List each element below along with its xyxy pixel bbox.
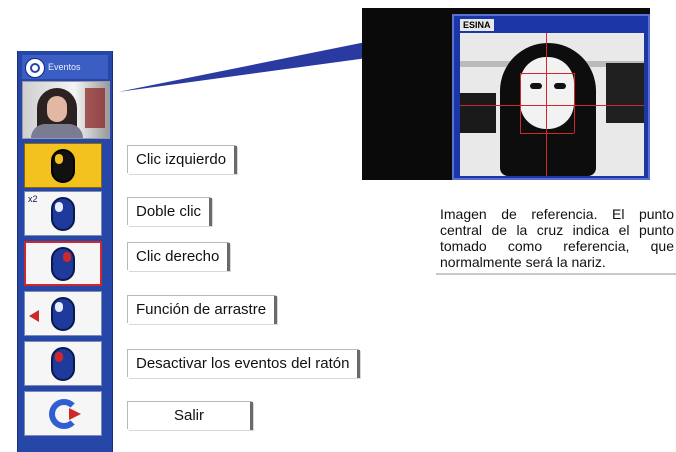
reference-image: [460, 33, 644, 176]
reference-caption: Imagen de referencia. El punto central d…: [434, 204, 676, 273]
menu-left-click: Clic izquierdo: [128, 146, 238, 174]
exit-arrow-icon: [69, 408, 81, 420]
exit-button[interactable]: [24, 391, 102, 436]
reference-image-panel: ESINA: [452, 14, 650, 180]
events-toolbar: Eventos x2: [17, 51, 113, 452]
double-click-badge: x2: [28, 194, 38, 204]
disable-mouse-icon: [51, 346, 75, 381]
crosshair-horizontal: [460, 105, 644, 106]
toolbar-header: Eventos: [22, 55, 108, 79]
app-logo-icon: [25, 58, 45, 78]
double-click-button[interactable]: x2: [24, 191, 102, 236]
left-click-mouse-icon: [51, 148, 75, 183]
menu-drag: Función de arrastre: [128, 296, 278, 324]
menu-disable-events: Desactivar los eventos del ratón: [128, 350, 361, 378]
toolbar-title: Eventos: [48, 62, 81, 72]
menu-right-click: Clic derecho: [128, 243, 231, 271]
camera-thumbnail[interactable]: [22, 81, 110, 139]
double-click-mouse-icon: [51, 196, 75, 231]
menu-exit: Salir: [128, 402, 253, 430]
crosshair-vertical: [546, 33, 547, 176]
drag-arrow-icon: [29, 310, 39, 322]
right-click-button[interactable]: [24, 241, 102, 286]
disable-events-button[interactable]: [24, 341, 102, 386]
drag-button[interactable]: [24, 291, 102, 336]
reference-tag: ESINA: [460, 19, 494, 31]
menu-double-click: Doble clic: [128, 198, 213, 226]
drag-mouse-icon: [51, 296, 75, 331]
right-click-mouse-icon: [51, 246, 75, 281]
left-click-button[interactable]: [24, 143, 102, 188]
